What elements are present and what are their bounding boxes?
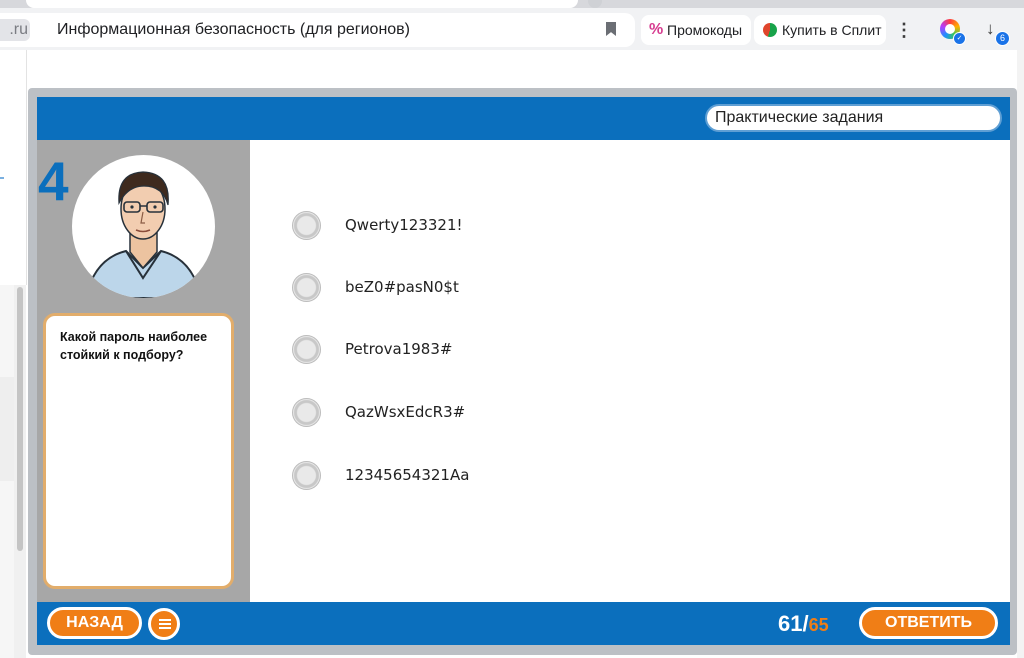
list-icon	[159, 619, 171, 629]
progress-current: 61/	[778, 611, 809, 636]
answer-option[interactable]: 12345654321Aa	[292, 461, 692, 491]
active-tab[interactable]	[26, 0, 578, 8]
answer-option[interactable]: beZ0#pasN0$t	[292, 273, 692, 303]
answers-area	[250, 140, 1010, 602]
domain-label[interactable]: .ru	[0, 19, 30, 41]
split-icon	[763, 23, 777, 37]
scrollbar-thumb[interactable]	[17, 287, 23, 551]
radio-button[interactable]	[292, 398, 321, 427]
left-side-panel	[0, 50, 27, 285]
promo-label: Промокоды	[667, 22, 743, 38]
answer-label[interactable]: Qwerty123321!	[345, 216, 463, 234]
answer-label[interactable]: 12345654321Aa	[345, 466, 469, 484]
answer-label[interactable]: QazWsxEdcR3#	[345, 403, 465, 421]
radio-button[interactable]	[292, 273, 321, 302]
answer-option[interactable]: QazWsxEdcR3#	[292, 398, 692, 428]
question-number: 4	[38, 150, 69, 212]
more-menu-icon[interactable]: ⋮	[895, 17, 913, 43]
progress-counter: 61/65	[778, 609, 829, 640]
radio-button[interactable]	[292, 211, 321, 240]
answer-label[interactable]: Petrova1983#	[345, 340, 452, 358]
browser-toolbar: .ru Информационная безопасность (для рег…	[0, 0, 1024, 50]
section-title-field: Практические задания	[705, 104, 1002, 132]
split-label: Купить в Сплит	[782, 22, 882, 38]
question-text: Какой пароль наиболее стойкий к подбору?	[60, 330, 208, 362]
radio-button[interactable]	[292, 461, 321, 490]
promo-button[interactable]: % Промокоды	[641, 15, 751, 45]
downloads-count-badge: 6	[995, 31, 1010, 46]
answer-option[interactable]: Petrova1983#	[292, 335, 692, 365]
answer-label[interactable]: beZ0#pasN0$t	[345, 278, 459, 296]
progress-total: 65	[808, 615, 829, 635]
split-button[interactable]: Купить в Сплит	[754, 15, 886, 45]
check-badge-icon: ✓	[953, 32, 966, 45]
answer-option[interactable]: Qwerty123321!	[292, 211, 692, 241]
back-button[interactable]: НАЗАД	[47, 607, 142, 639]
left-panel-marker	[0, 177, 4, 179]
page-title: Информационная безопасность (для регионо…	[57, 21, 411, 38]
menu-button[interactable]	[148, 608, 180, 640]
submit-button[interactable]: ОТВЕТИТЬ	[859, 607, 998, 639]
left-side-list-item[interactable]	[0, 377, 14, 481]
character-avatar	[72, 155, 215, 298]
percent-icon: %	[649, 21, 664, 38]
radio-button[interactable]	[292, 335, 321, 364]
page-scrollbar[interactable]	[1017, 50, 1024, 658]
